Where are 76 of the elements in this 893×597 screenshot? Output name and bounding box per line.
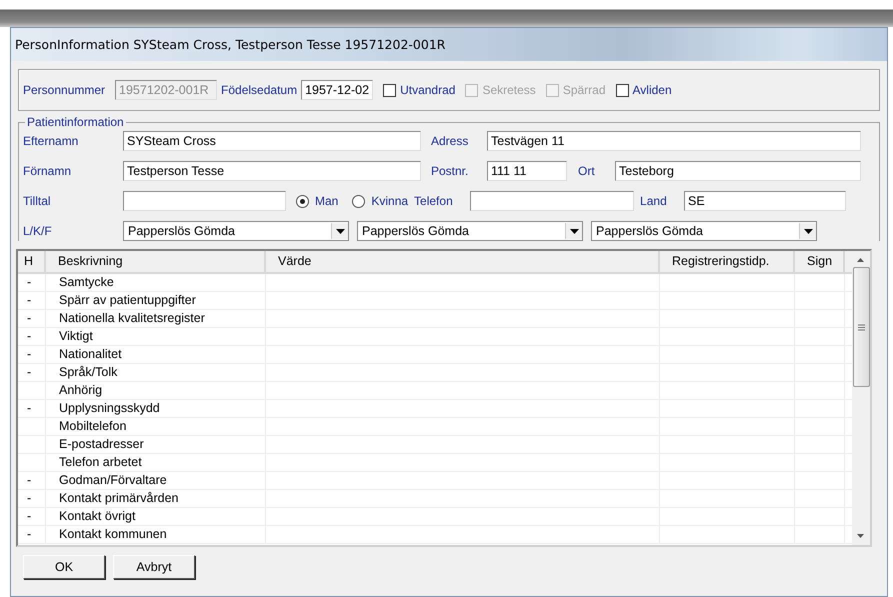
nickname-field[interactable] <box>123 191 286 211</box>
field-label: Ort <box>578 164 596 178</box>
column-header[interactable]: H <box>18 251 46 272</box>
column-header[interactable]: Beskrivning <box>46 251 266 272</box>
field-label: L/K/F <box>23 224 53 238</box>
table-cell: Anhörig <box>46 382 266 399</box>
table-cell: Språk/Tolk <box>46 364 266 381</box>
table-cell: Nationella kvalitetsregister <box>46 310 266 327</box>
field-label: Förnamn <box>23 164 72 178</box>
field-label: Efternamn <box>23 134 80 148</box>
field-label: Adress <box>431 134 470 148</box>
checkbox[interactable] <box>616 84 629 96</box>
table-cell: Kontakt primärvården <box>46 490 266 507</box>
field-label: Personnummer <box>23 83 106 97</box>
table-cell: E-postadresser <box>46 436 266 453</box>
checkbox-label: Sekretess <box>482 83 536 97</box>
ok-button[interactable]: OK <box>23 555 105 579</box>
table-cell: - <box>18 310 46 327</box>
scroll-down-icon[interactable] <box>857 533 865 539</box>
dropdown[interactable]: Papperslös Gömda <box>123 221 349 241</box>
table-cell: Upplysningsskydd <box>46 400 266 417</box>
table-cell: - <box>18 292 46 309</box>
table-cell: Nationalitet <box>46 346 266 363</box>
city-field[interactable]: Testeborg <box>615 161 861 181</box>
table-cell: - <box>18 274 46 291</box>
radio-button[interactable] <box>296 194 309 208</box>
table-cell: Godman/Förvaltare <box>46 472 266 489</box>
checkbox[interactable] <box>383 84 396 96</box>
table-cell: Telefon arbetet <box>46 454 266 471</box>
surname-field[interactable]: SYSteam Cross <box>123 131 421 151</box>
table-cell: Samtycke <box>46 274 266 291</box>
table-cell: Kontakt övrigt <box>46 508 266 525</box>
column-header[interactable]: Sign <box>795 251 845 272</box>
window-title: PersonInformation SYSteam Cross, Testperson Tesse 19571202-001R <box>15 37 446 52</box>
radio-button[interactable] <box>352 194 366 208</box>
table-cell: Kontakt kommunen <box>46 526 266 543</box>
dropdown[interactable]: Papperslös Gömda <box>591 221 817 241</box>
table-cell: - <box>18 472 46 489</box>
checkbox-label: Spärrad <box>562 83 606 97</box>
group-title: Patientinformation <box>25 115 126 129</box>
radio-label: Kvinna <box>371 194 408 208</box>
address-field[interactable]: Testvägen 11 <box>487 131 861 151</box>
table-cell: - <box>18 364 46 381</box>
phone-field[interactable] <box>470 191 634 211</box>
table-cell: - <box>18 328 46 345</box>
dropdown[interactable]: Papperslös Gömda <box>357 221 583 241</box>
column-header[interactable]: Värde <box>266 251 660 272</box>
field-label: Postnr. <box>431 164 470 178</box>
caret-icon <box>570 228 578 234</box>
column-header[interactable]: Registreringstidp. <box>660 251 795 272</box>
field-label: Födelsedatum <box>221 83 298 97</box>
radio-label: Man <box>315 194 338 208</box>
field-label: Telefon <box>414 194 454 208</box>
table-cell: Mobiltelefon <box>46 418 266 435</box>
checkbox-label: Avliden <box>632 83 672 97</box>
table-cell: - <box>18 508 46 525</box>
grip-icon <box>858 324 864 330</box>
table-cell: - <box>18 346 46 363</box>
scroll-up-icon[interactable] <box>857 257 865 263</box>
table-cell: - <box>18 400 46 417</box>
table-cell: - <box>18 526 46 543</box>
date-field[interactable]: 1957-12-02 <box>301 80 374 100</box>
scroll-thumb[interactable] <box>852 267 870 387</box>
field-label: Land <box>640 194 668 208</box>
table-cell: Viktigt <box>46 328 266 345</box>
postcode-field[interactable]: 111 11 <box>487 161 567 181</box>
first-name-field[interactable]: Testperson Tesse <box>123 161 421 181</box>
caret-icon <box>804 228 812 234</box>
field-label: Tilltal <box>23 194 52 208</box>
caret-icon <box>336 228 344 234</box>
checkbox-label: Utvandrad <box>400 83 456 97</box>
country-field[interactable]: SE <box>684 191 846 211</box>
cancel-button[interactable]: Avbryt <box>113 555 195 579</box>
table-cell: Spärr av patientuppgifter <box>46 292 266 309</box>
scrollbar[interactable] <box>852 251 870 545</box>
table-cell: - <box>18 490 46 507</box>
